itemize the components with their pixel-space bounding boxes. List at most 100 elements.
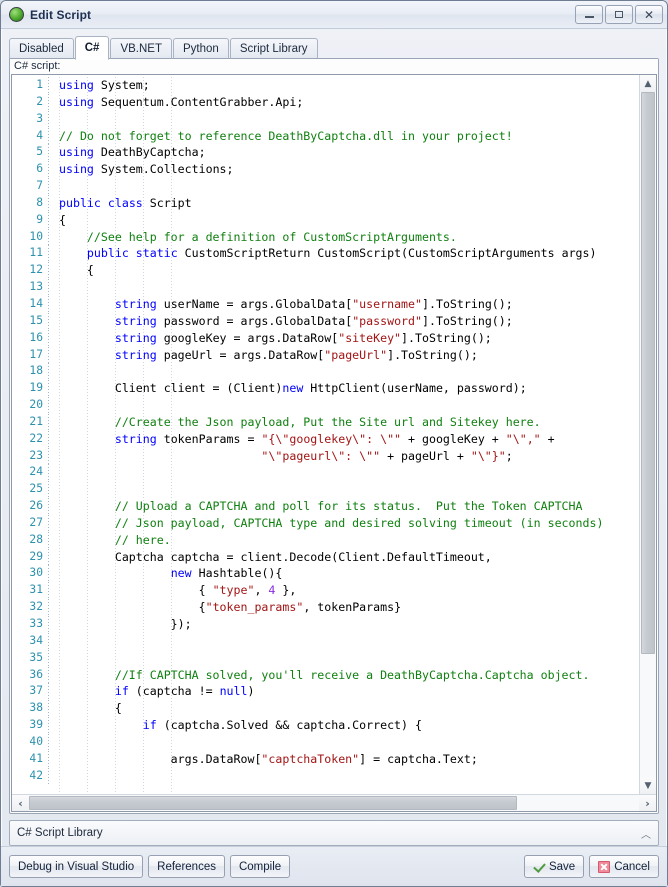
code-line-text: // Json payload, CAPTCHA type and desire… <box>59 515 639 532</box>
tab-python[interactable]: Python <box>173 38 229 59</box>
code-line: 15 string password = args.GlobalData["pa… <box>12 313 639 330</box>
scroll-left-button[interactable]: ‹ <box>12 795 29 811</box>
code-line-text: { <box>59 262 639 279</box>
close-x-icon <box>598 861 610 873</box>
line-number: 30 <box>12 565 48 582</box>
code-line: 38 { <box>12 700 639 717</box>
code-line: 20 <box>12 397 639 414</box>
source-code[interactable]: 1using System;2using Sequentum.ContentGr… <box>12 75 639 784</box>
code-line: 23 "\"pageurl\": \"" + pageUrl + "\"}"; <box>12 448 639 465</box>
code-line: 8 public class Script <box>12 195 639 212</box>
code-line-text: string tokenParams = "{\"googlekey\": \"… <box>59 431 639 448</box>
tab-script-library[interactable]: Script Library <box>230 38 318 59</box>
code-line: 31 { "type", 4 }, <box>12 582 639 599</box>
code-line-text <box>59 178 639 195</box>
gutter-separator <box>48 599 49 616</box>
code-line-text: new Hashtable(){ <box>59 565 639 582</box>
gutter-separator <box>48 161 49 178</box>
line-number: 2 <box>12 94 48 111</box>
gutter-separator <box>48 734 49 751</box>
line-number: 4 <box>12 128 48 145</box>
code-line: 17 string pageUrl = args.DataRow["pageUr… <box>12 347 639 364</box>
line-number: 34 <box>12 633 48 650</box>
vertical-scrollbar[interactable]: ▲ ▼ <box>639 75 656 794</box>
tab-vbnet[interactable]: VB.NET <box>110 38 172 59</box>
code-line: 21 //Create the Json payload, Put the Si… <box>12 414 639 431</box>
code-line: 24 <box>12 464 639 481</box>
line-number: 38 <box>12 700 48 717</box>
code-line-text: string googleKey = args.DataRow["siteKey… <box>59 330 639 347</box>
script-editor-group: C# script: 1using System;2using Sequentu… <box>9 58 659 814</box>
debug-in-visual-studio-button[interactable]: Debug in Visual Studio <box>9 855 143 878</box>
code-line-text: { <box>59 700 639 717</box>
button-label: Compile <box>239 861 281 873</box>
line-number: 27 <box>12 515 48 532</box>
tab-label: VB.NET <box>120 43 162 55</box>
vertical-scroll-track[interactable] <box>640 92 656 777</box>
maximize-button[interactable] <box>605 5 633 24</box>
script-library-label: C# Script Library <box>17 827 103 839</box>
check-icon <box>533 861 545 873</box>
tab-disabled[interactable]: Disabled <box>9 38 74 59</box>
scroll-down-button[interactable]: ▼ <box>640 777 656 794</box>
scroll-up-button[interactable]: ▲ <box>640 75 656 92</box>
code-line: 9{ <box>12 212 639 229</box>
gutter-separator <box>48 195 49 212</box>
app-icon <box>9 7 24 22</box>
line-number: 10 <box>12 229 48 246</box>
code-line: 29 Captcha captcha = client.Decode(Clien… <box>12 549 639 566</box>
line-number: 6 <box>12 161 48 178</box>
code-line-text <box>59 363 639 380</box>
code-line: 6using System.Collections; <box>12 161 639 178</box>
editor-group-label: C# script: <box>10 59 658 74</box>
gutter-separator <box>48 650 49 667</box>
code-text-area[interactable]: 1using System;2using Sequentum.ContentGr… <box>12 75 639 794</box>
compile-button[interactable]: Compile <box>230 855 290 878</box>
code-line-text: { "type", 4 }, <box>59 582 639 599</box>
line-number: 15 <box>12 313 48 330</box>
script-library-bar[interactable]: C# Script Library ︿ <box>9 820 659 846</box>
gutter-separator <box>48 296 49 313</box>
gutter-separator <box>48 582 49 599</box>
maximize-icon <box>615 11 623 18</box>
code-line-text: }); <box>59 616 639 633</box>
gutter-separator <box>48 481 49 498</box>
line-number: 22 <box>12 431 48 448</box>
references-button[interactable]: References <box>148 855 225 878</box>
window-body: Disabled C# VB.NET Python Script Library… <box>1 29 667 846</box>
close-button[interactable]: ✕ <box>635 5 663 24</box>
code-line-text: using DeathByCaptcha; <box>59 144 639 161</box>
line-number: 23 <box>12 448 48 465</box>
gutter-separator <box>48 768 49 785</box>
code-line-text: public class Script <box>59 195 639 212</box>
gutter-separator <box>48 229 49 246</box>
line-number: 20 <box>12 397 48 414</box>
tab-csharp[interactable]: C# <box>75 36 110 60</box>
chevron-up-icon[interactable]: ︿ <box>641 826 651 841</box>
code-line-text: public static CustomScriptReturn CustomS… <box>59 245 639 262</box>
horizontal-scroll-thumb[interactable] <box>29 796 517 810</box>
gutter-separator <box>48 363 49 380</box>
line-number: 17 <box>12 347 48 364</box>
code-line-text: {"token_params", tokenParams} <box>59 599 639 616</box>
minimize-button[interactable] <box>575 5 603 24</box>
code-line: 11 public static CustomScriptReturn Cust… <box>12 245 639 262</box>
gutter-separator <box>48 330 49 347</box>
code-line-text: string pageUrl = args.DataRow["pageUrl"]… <box>59 347 639 364</box>
code-editor-row: 1using System;2using Sequentum.ContentGr… <box>12 75 656 794</box>
line-number: 8 <box>12 195 48 212</box>
code-line: 12 { <box>12 262 639 279</box>
code-line: 33 }); <box>12 616 639 633</box>
horizontal-scrollbar[interactable]: ‹ › <box>12 794 656 811</box>
code-line-text <box>59 397 639 414</box>
code-line: 19 Client client = (Client)new HttpClien… <box>12 380 639 397</box>
horizontal-scroll-track[interactable] <box>29 795 639 811</box>
vertical-scroll-thumb[interactable] <box>641 92 655 654</box>
code-editor[interactable]: 1using System;2using Sequentum.ContentGr… <box>11 74 657 812</box>
cancel-button[interactable]: Cancel <box>589 855 659 878</box>
scroll-right-button[interactable]: › <box>639 795 656 811</box>
code-line: 4// Do not forget to reference DeathByCa… <box>12 128 639 145</box>
save-button[interactable]: Save <box>524 855 584 878</box>
code-line-text: Captcha captcha = client.Decode(Client.D… <box>59 549 639 566</box>
window-controls: ✕ <box>575 5 663 24</box>
